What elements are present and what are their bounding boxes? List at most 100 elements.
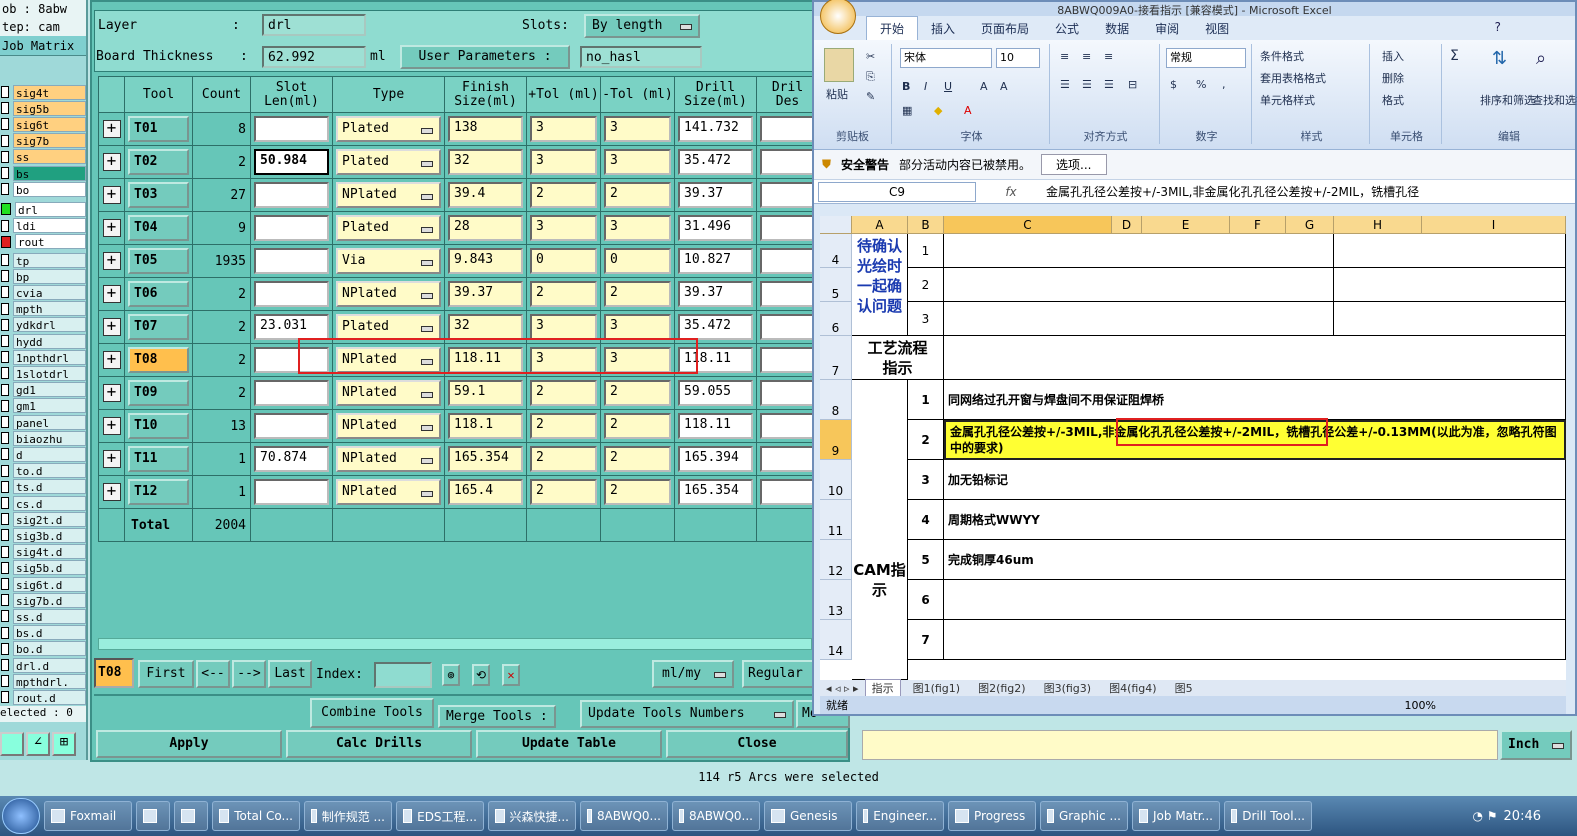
layer-row[interactable]: sig7b.d [0,592,86,608]
minus-tol-input[interactable]: 3 [604,116,671,142]
row-header-10[interactable]: 10 [820,460,852,500]
zoom-level[interactable]: 100% [1405,699,1436,712]
minus-tol-input[interactable]: 3 [604,215,671,241]
drill-size-input[interactable]: 141.732 [678,116,753,142]
slot-len-input[interactable] [254,380,329,406]
finish-size-input[interactable]: 165.4 [448,479,523,505]
ribbon-tab[interactable]: 页面布局 [968,17,1042,40]
drill-size-input[interactable]: 35.472 [678,149,753,175]
slot-len-input[interactable] [254,116,329,142]
drill-size-input[interactable]: 39.37 [678,281,753,307]
col-header-b[interactable]: B [908,216,944,234]
layer-checkbox[interactable] [1,691,9,704]
taskbar-item[interactable]: Graphic ... [1040,801,1128,831]
font-size-box[interactable]: 10 [996,48,1040,68]
align-top-icon[interactable]: ≡ [1060,50,1069,63]
confirm-cell-1[interactable] [944,234,1334,268]
layer-row[interactable]: bs [0,165,86,181]
layer-checkbox[interactable] [1,86,9,98]
taskbar-item[interactable]: Genesis [764,801,852,831]
slot-len-input[interactable] [254,479,329,505]
layer-checkbox[interactable] [1,464,9,477]
plus-tol-input[interactable]: 2 [530,380,597,406]
layer-row[interactable]: ydkdrl [0,317,86,333]
taskbar-item[interactable]: Total Co... [212,801,300,831]
expand-icon[interactable]: + [102,351,121,369]
confirm-num-1[interactable]: 1 [908,234,944,268]
type-dropdown[interactable]: NPlated [336,380,441,406]
slot-len-input[interactable]: 70.874 [254,446,329,472]
layer-checkbox[interactable] [1,302,9,315]
minus-tol-input[interactable]: 3 [604,149,671,175]
layer-row[interactable]: bp [0,268,86,284]
finish-size-input[interactable]: 118.1 [448,413,523,439]
cell-style-button[interactable]: 单元格样式 [1260,92,1315,108]
finish-size-input[interactable]: 9.843 [448,248,523,274]
taskbar-item[interactable]: 8ABWQ0... [580,801,668,831]
copy-icon[interactable]: ⎘ [866,70,875,84]
cam-num-cell[interactable]: 3 [908,460,944,500]
type-dropdown[interactable]: NPlated [336,281,441,307]
find-select-button[interactable]: 查找和选择 [1532,92,1577,108]
layer-row[interactable]: gm1 [0,398,86,414]
confirm-cell-2[interactable] [944,268,1334,302]
process-cell[interactable] [944,336,1566,380]
expand-icon[interactable]: + [102,384,121,402]
slot-len-input[interactable]: 50.984 [254,149,329,175]
row-header-4[interactable]: 4 [820,234,852,268]
comma-icon[interactable]: , [1222,78,1226,91]
ribbon-tab[interactable]: 视图 [1192,17,1242,40]
combine-tools-button[interactable]: Combine Tools [310,698,434,728]
help-icon[interactable]: ? [1494,20,1501,34]
confirm-label-cell[interactable]: 待确认光绘时一起确认问题 [852,234,908,336]
cam-num-cell[interactable]: 2 [908,420,944,460]
tool-button[interactable]: T06 [128,281,189,307]
minus-tol-input[interactable]: 2 [604,413,671,439]
drill-des-input[interactable] [760,380,815,406]
tool-button[interactable]: T11 [128,446,189,472]
layer-checkbox[interactable] [1,203,11,216]
layer-checkbox[interactable] [1,529,9,542]
expand-icon[interactable]: + [102,120,121,138]
layer-checkbox[interactable] [1,383,9,396]
taskbar-item[interactable]: Drill Tool... [1224,801,1312,831]
conditional-format-button[interactable]: 条件格式 [1260,48,1304,64]
calc-drills-button[interactable]: Calc Drills [286,730,472,758]
layer-row[interactable]: rout.d [0,689,86,705]
underline-icon[interactable]: U [944,80,952,93]
type-dropdown[interactable]: NPlated [336,182,441,208]
drill-des-input[interactable] [760,215,815,241]
cam-item-cell[interactable]: 周期格式WWYY [944,500,1566,540]
expand-icon[interactable]: + [102,318,121,336]
confirm-num-3[interactable]: 3 [908,302,944,336]
units-dropdown[interactable]: ml/my [652,660,734,688]
col-header-f[interactable]: F [1230,216,1286,234]
layer-checkbox[interactable] [1,659,9,671]
layer-checkbox[interactable] [1,432,9,445]
taskbar-item[interactable]: 制作规范 ... [304,801,392,831]
minus-tol-input[interactable]: 2 [604,479,671,505]
plus-tol-input[interactable]: 3 [530,314,597,340]
finish-size-input[interactable]: 138 [448,116,523,142]
sheet-tab[interactable]: 图3(fig3) [1038,680,1098,696]
board-thickness-field[interactable]: 62.992 [262,46,366,68]
layer-checkbox[interactable] [1,318,9,331]
layer-checkbox[interactable] [1,561,9,574]
angle-icon[interactable]: ∠ [26,732,50,756]
row-header-13[interactable]: 13 [820,580,852,620]
finish-size-input[interactable]: 28 [448,215,523,241]
layer-row[interactable]: ts.d [0,479,86,495]
layer-checkbox[interactable] [1,642,9,655]
drill-size-input[interactable]: 165.354 [678,479,753,505]
layer-checkbox[interactable] [1,610,9,623]
format-painter-icon[interactable]: ✎ [866,90,875,103]
layer-checkbox[interactable] [1,416,9,428]
apply-button[interactable]: Apply [96,730,282,758]
layer-row[interactable]: cvia [0,284,86,300]
tool-button[interactable]: T02 [128,149,189,175]
minus-tol-input[interactable]: 2 [604,281,671,307]
drill-size-input[interactable]: 10.827 [678,248,753,274]
first-button[interactable]: First [138,660,194,688]
drill-des-input[interactable] [760,182,815,208]
drill-des-input[interactable] [760,347,815,373]
